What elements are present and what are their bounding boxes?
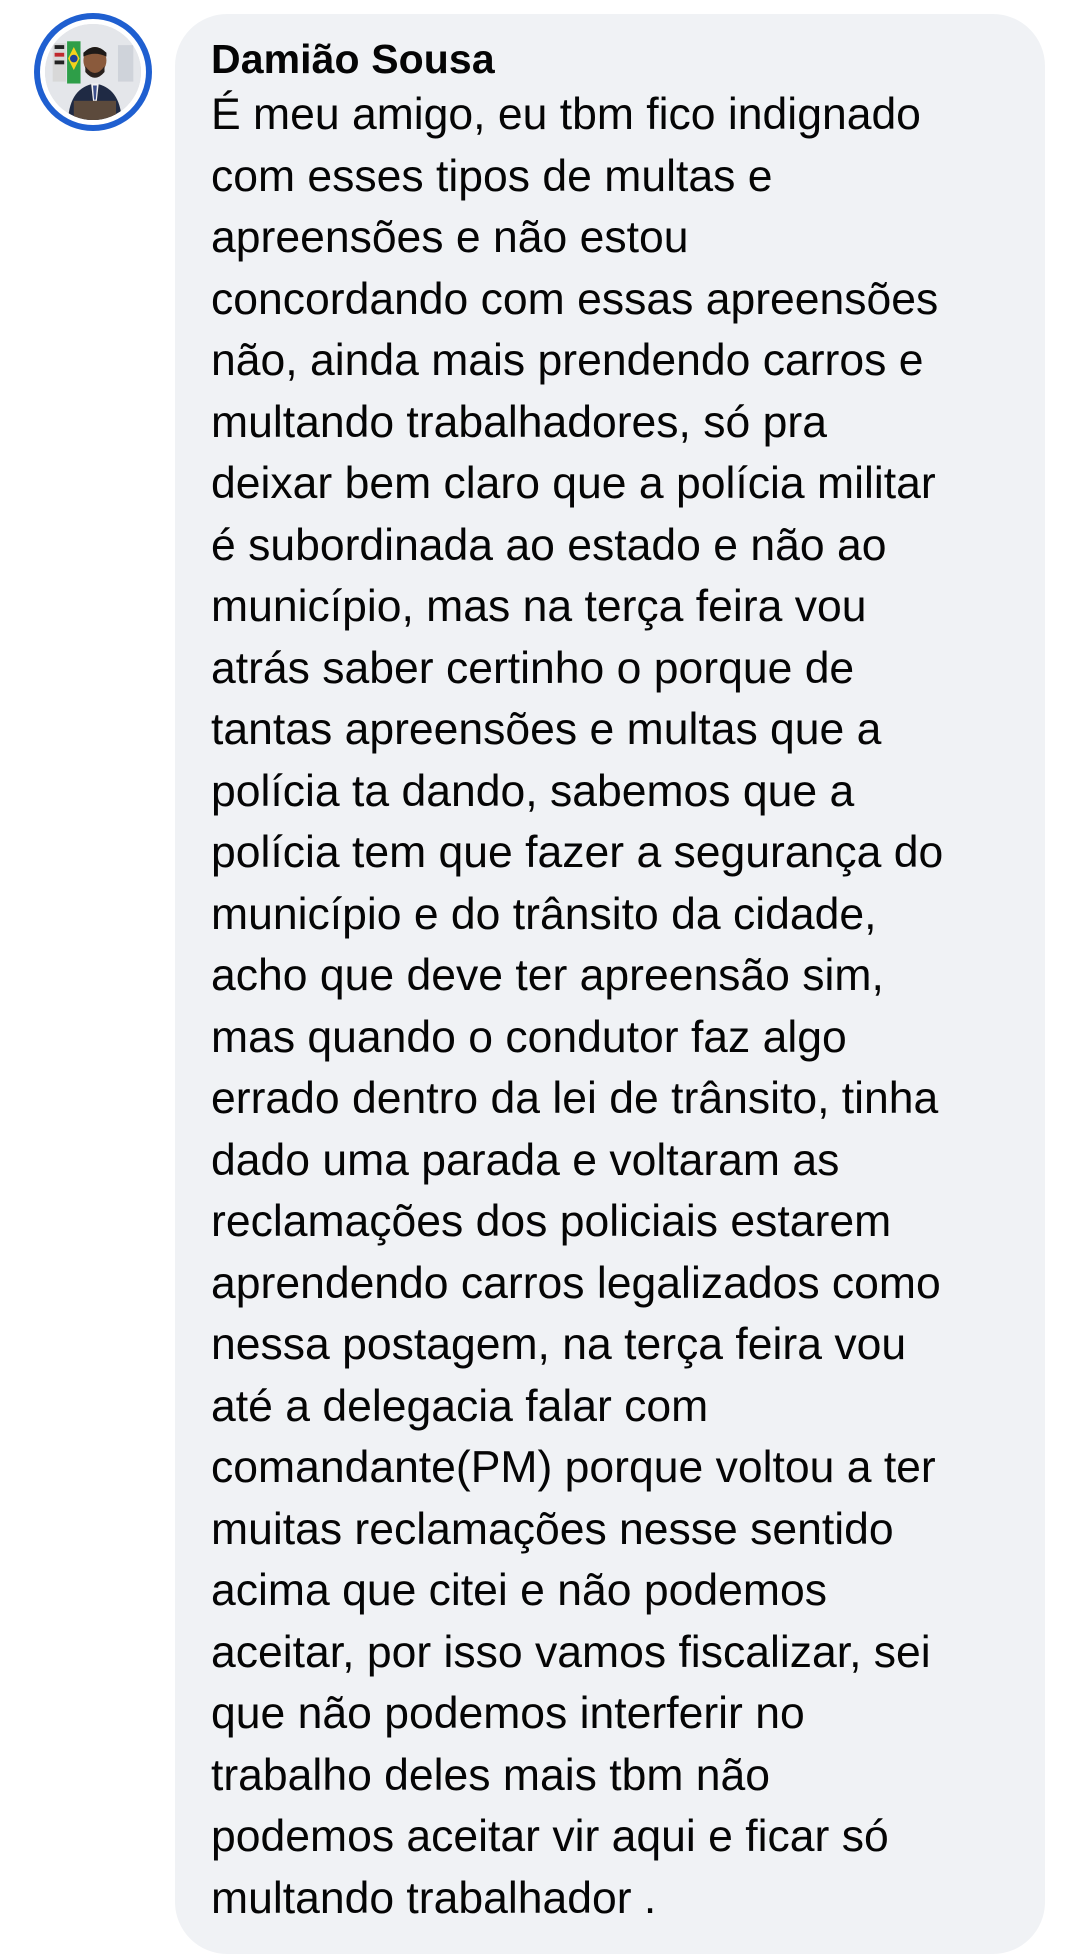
comment-text-line: não, ainda mais prendendo carros e bbox=[211, 336, 924, 385]
comment-text-line: É meu amigo, eu tbm fico indignado bbox=[211, 90, 921, 139]
comment-text-line: que não podemos interferir no bbox=[211, 1689, 805, 1738]
avatar[interactable] bbox=[34, 13, 152, 131]
comment-text-line: apreensões e não estou bbox=[211, 213, 689, 262]
comment-bubble: Damião Sousa É meu amigo, eu tbm fico in… bbox=[175, 14, 1045, 1954]
profile-photo-icon bbox=[45, 24, 141, 120]
comment-text-line: mas quando o condutor faz algo bbox=[211, 1012, 847, 1062]
comment-text-line: é subordinada ao estado e não ao bbox=[211, 520, 887, 570]
comment-text-line: comandante(PM) porque voltou a ter bbox=[211, 1443, 936, 1492]
comment-text-line: com esses tipos de multas e bbox=[211, 151, 773, 201]
comment-text-line: acima que citei e não podemos bbox=[211, 1566, 827, 1615]
comment-text: É meu amigo, eu tbm fico indignado com e… bbox=[211, 84, 1011, 1929]
comment-text-line: concordando com essas apreensões bbox=[211, 274, 939, 324]
comment-text-line: dado uma parada e voltaram as bbox=[211, 1135, 840, 1185]
comment-text-line: tantas apreensões e multas que a bbox=[211, 705, 882, 754]
comment-text-line: muitas reclamações nesse sentido bbox=[211, 1504, 894, 1554]
comment-text-line: polícia ta dando, sabemos que a bbox=[211, 766, 855, 816]
comment-text-line: deixar bem claro que a polícia militar bbox=[211, 459, 936, 508]
avatar-border bbox=[40, 19, 146, 125]
comment-text-line: município e do trânsito da cidade, bbox=[211, 889, 877, 939]
comment-text-line: nessa postagem, na terça feira vou bbox=[211, 1320, 907, 1369]
comment-text-line: atrás saber certinho o porque de bbox=[211, 643, 855, 693]
comment-text-line: multando trabalhadores, só pra bbox=[211, 397, 827, 447]
comment-text-line: polícia tem que fazer a segurança do bbox=[211, 828, 944, 877]
comment-text-line: acho que deve ter apreensão sim, bbox=[211, 951, 884, 1000]
comment-text-line: reclamações dos policiais estarem bbox=[211, 1197, 892, 1246]
comment-text-line: aceitar, por isso vamos fiscalizar, sei bbox=[211, 1627, 931, 1677]
comment-text-line: até a delegacia falar com bbox=[211, 1381, 709, 1431]
comment-text-line: multando trabalhador . bbox=[211, 1873, 657, 1923]
comment-text-line: podemos aceitar vir aqui e ficar só bbox=[211, 1812, 889, 1861]
comment-text-line: município, mas na terça feira vou bbox=[211, 582, 867, 631]
comment-text-line: errado dentro da lei de trânsito, tinha bbox=[211, 1074, 939, 1123]
comment-text-line: aprendendo carros legalizados como bbox=[211, 1258, 941, 1308]
comment-author-name[interactable]: Damião Sousa bbox=[211, 34, 1011, 84]
comment: Damião Sousa É meu amigo, eu tbm fico in… bbox=[0, 0, 1080, 1954]
comment-text-line: trabalho deles mais tbm não bbox=[211, 1750, 771, 1800]
